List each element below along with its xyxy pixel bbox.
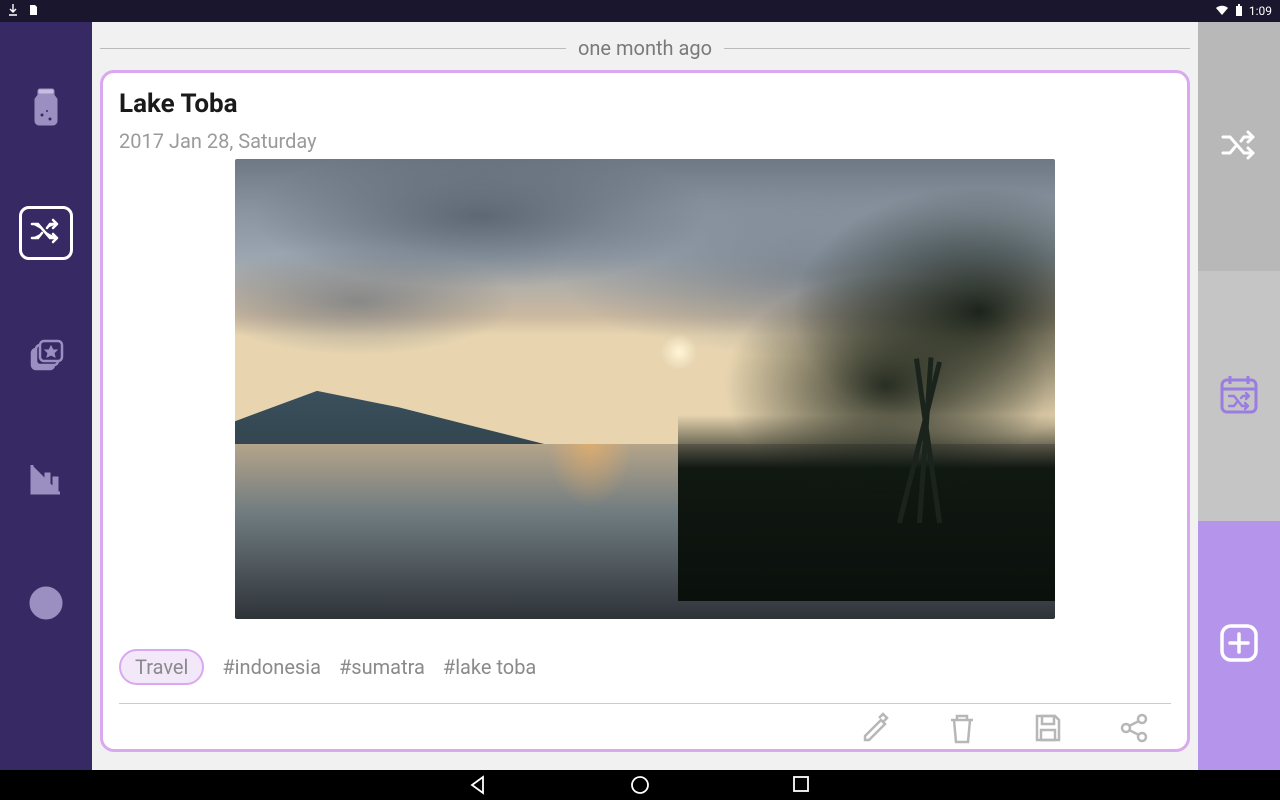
divider-line bbox=[100, 48, 566, 49]
hashtag[interactable]: #lake toba bbox=[443, 655, 536, 679]
download-status-icon bbox=[8, 4, 18, 19]
android-status-bar: 1:09 bbox=[0, 0, 1280, 22]
app-root: one month ago Lake Toba 2017 Jan 28, Sat… bbox=[0, 22, 1280, 770]
add-icon bbox=[1217, 621, 1261, 669]
entry-title: Lake Toba bbox=[119, 89, 1171, 119]
cards-icon bbox=[28, 337, 64, 377]
edit-button[interactable] bbox=[853, 712, 899, 742]
sidebar-item-jar[interactable] bbox=[19, 82, 73, 136]
hashtag[interactable]: #indonesia bbox=[222, 655, 321, 679]
main-content: one month ago Lake Toba 2017 Jan 28, Sat… bbox=[92, 22, 1198, 770]
entry-card: Lake Toba 2017 Jan 28, Saturday Travel #… bbox=[100, 70, 1190, 752]
share-button[interactable] bbox=[1111, 712, 1157, 742]
entry-photo[interactable] bbox=[235, 159, 1055, 619]
shuffle-icon bbox=[29, 217, 63, 249]
sidebar-item-stats[interactable] bbox=[19, 454, 73, 508]
time-divider-label: one month ago bbox=[578, 36, 712, 60]
delete-button[interactable] bbox=[939, 712, 985, 742]
hashtag[interactable]: #sumatra bbox=[339, 655, 425, 679]
nav-back-button[interactable] bbox=[467, 774, 489, 796]
sidebar-item-shuffle[interactable] bbox=[19, 206, 73, 260]
sidebar-item-cards[interactable] bbox=[19, 330, 73, 384]
sdcard-status-icon bbox=[28, 4, 38, 19]
jar-icon bbox=[30, 87, 62, 131]
share-icon bbox=[1118, 712, 1150, 748]
save-icon bbox=[1033, 712, 1063, 748]
rightbar-calendar[interactable] bbox=[1198, 271, 1280, 520]
edit-icon bbox=[859, 712, 893, 750]
entry-actions bbox=[119, 704, 1171, 742]
divider-line bbox=[724, 48, 1190, 49]
wifi-status-icon bbox=[1215, 4, 1229, 19]
battery-status-icon bbox=[1235, 4, 1243, 19]
nav-home-button[interactable] bbox=[629, 774, 651, 796]
delete-icon bbox=[947, 712, 977, 750]
time-divider: one month ago bbox=[100, 22, 1190, 70]
rightbar-shuffle[interactable] bbox=[1198, 22, 1280, 271]
rightbar-add[interactable] bbox=[1198, 521, 1280, 770]
left-sidebar bbox=[0, 22, 92, 770]
save-button[interactable] bbox=[1025, 712, 1071, 742]
right-sidebar bbox=[1198, 22, 1280, 770]
entry-tags: Travel #indonesia #sumatra #lake toba bbox=[119, 649, 1171, 685]
calendar-shuffle-icon bbox=[1217, 372, 1261, 420]
help-icon bbox=[28, 585, 64, 625]
status-time: 1:09 bbox=[1249, 4, 1272, 18]
category-chip[interactable]: Travel bbox=[119, 649, 204, 685]
nav-recent-button[interactable] bbox=[791, 774, 813, 796]
entry-photo-wrap bbox=[119, 159, 1171, 619]
shuffle-icon bbox=[1219, 128, 1259, 166]
bar-chart-icon bbox=[28, 461, 64, 501]
entry-date: 2017 Jan 28, Saturday bbox=[119, 129, 1171, 153]
android-nav-bar bbox=[0, 770, 1280, 800]
sidebar-item-help[interactable] bbox=[19, 578, 73, 632]
